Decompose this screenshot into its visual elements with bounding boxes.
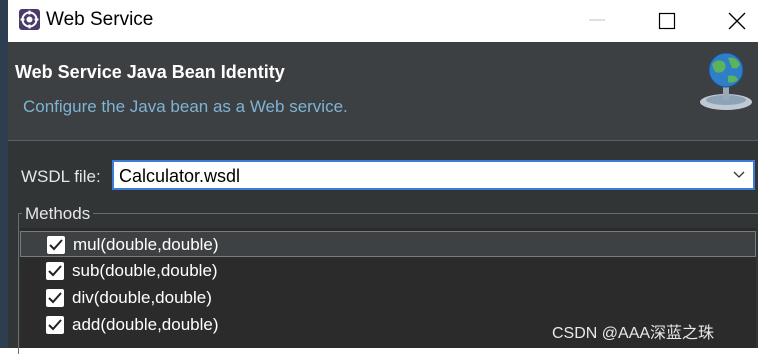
eclipse-app-icon [19,9,40,30]
background-window-edge [0,0,8,348]
close-button[interactable] [714,0,758,42]
method-row-div[interactable]: div(double,double) [20,285,756,311]
method-row-mul[interactable]: mul(double,double) [20,231,756,257]
minimize-button[interactable] [574,0,620,42]
method-row-sub[interactable]: sub(double,double) [20,258,756,284]
method-label: mul(double,double) [73,235,219,254]
minimize-icon [589,19,605,21]
page-description: Configure the Java bean as a Web service… [23,97,348,116]
method-checkbox-sub[interactable] [46,262,64,280]
wizard-header: Web Service Java Bean Identity Configure… [8,42,758,141]
wsdl-file-dropdown[interactable]: Calculator.wsdl [112,160,755,190]
title-bar: Web Service [8,0,758,42]
method-checkbox-div[interactable] [46,289,64,307]
method-label: div(double,double) [72,288,212,307]
checkmark-icon [49,239,63,251]
close-icon [728,12,746,30]
window-title: Web Service [46,9,154,30]
method-label: sub(double,double) [72,261,218,280]
checkmark-icon [48,292,62,304]
checkmark-icon [48,319,62,331]
chevron-down-icon [733,171,745,178]
wizard-body: WSDL file: Calculator.wsdl Methods mul(d… [8,141,758,354]
web-service-globe-icon [700,52,752,110]
method-checkbox-add[interactable] [46,316,64,334]
checkmark-icon [48,265,62,277]
method-label: add(double,double) [72,315,219,334]
watermark-text: CSDN @AAA深蓝之珠 [552,325,715,342]
wsdl-file-value: Calculator.wsdl [119,166,241,186]
method-checkbox-mul[interactable] [47,236,65,254]
wsdl-file-label: WSDL file: [21,167,101,186]
methods-legend: Methods [22,204,94,224]
page-title: Web Service Java Bean Identity [15,62,285,82]
maximize-button[interactable] [644,0,690,42]
maximize-icon [658,12,676,30]
